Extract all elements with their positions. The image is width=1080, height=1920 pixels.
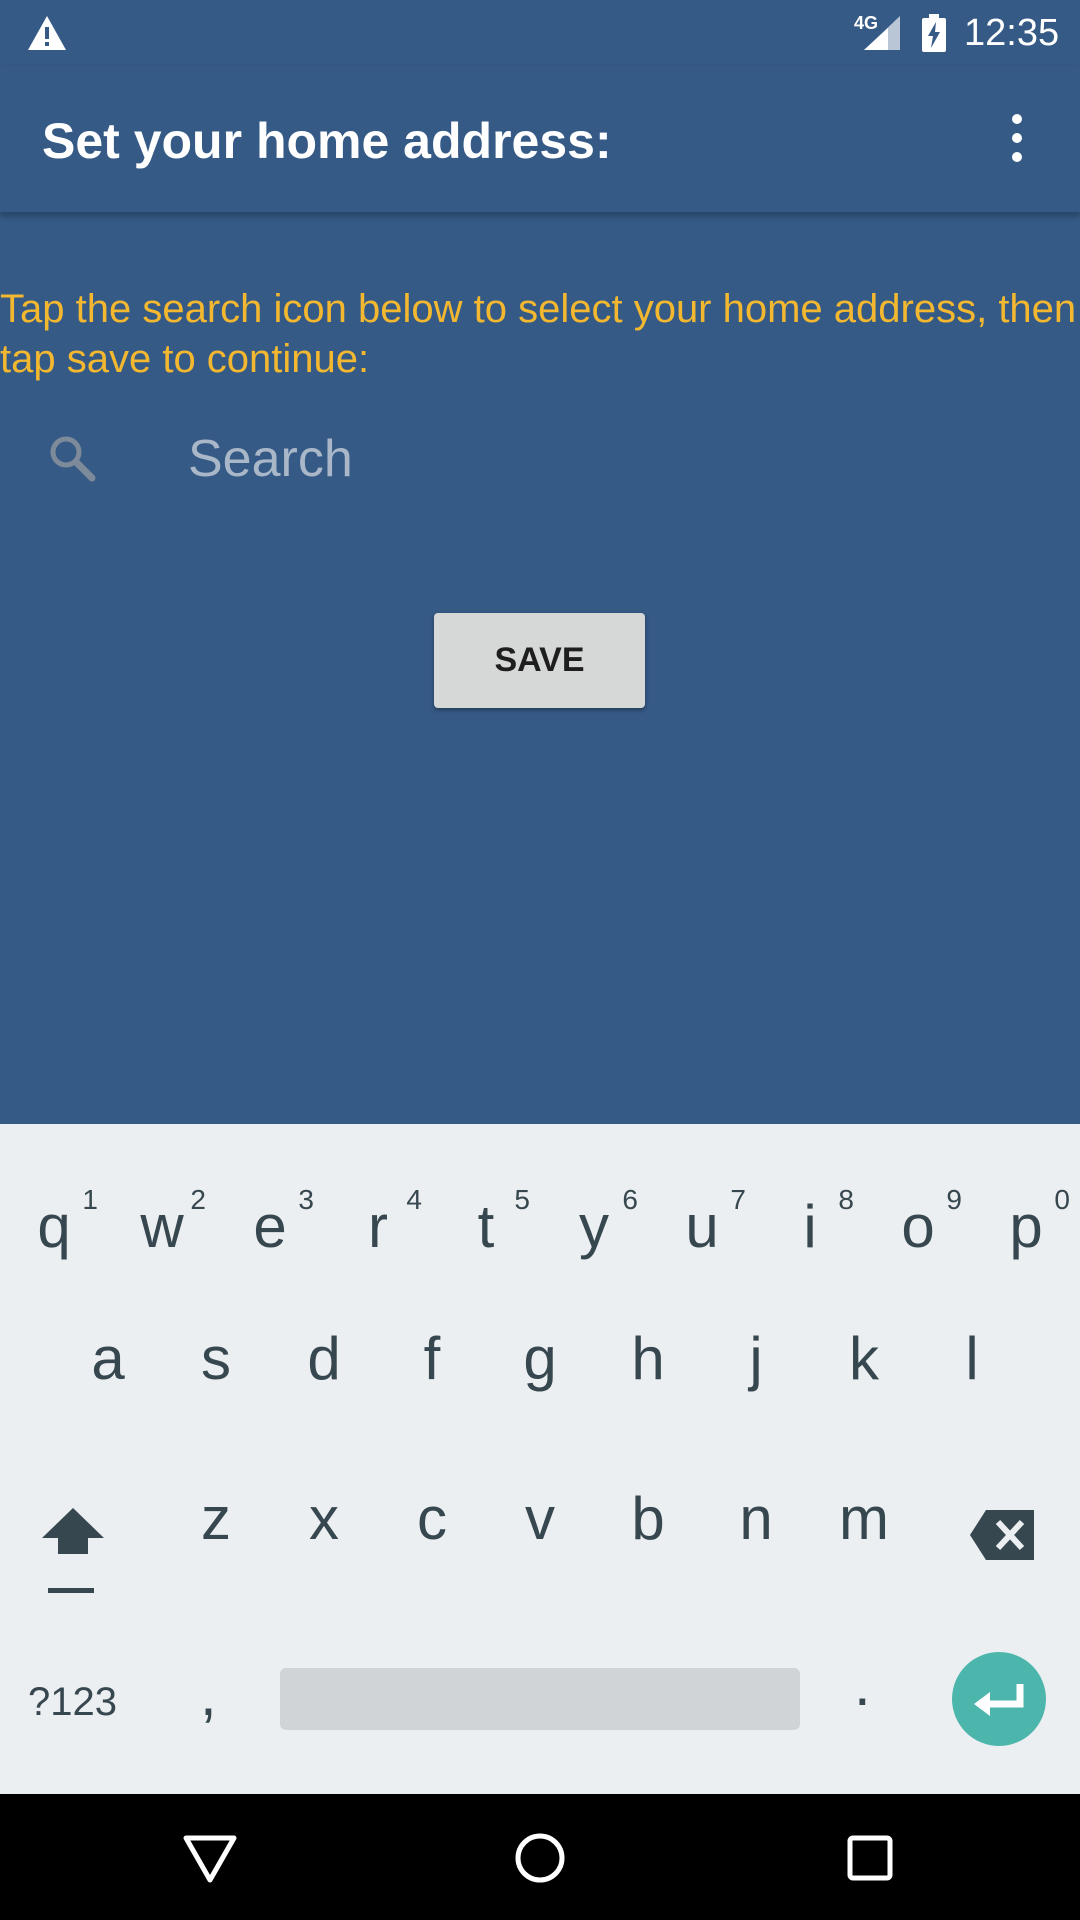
- navigation-bar: [0, 1794, 1080, 1920]
- key-label: a: [91, 1325, 125, 1392]
- key-label: c: [417, 1485, 447, 1552]
- back-button[interactable]: [180, 1828, 240, 1888]
- comma-key[interactable]: ,: [200, 1660, 217, 1729]
- more-vert-icon-dot: [1012, 152, 1022, 162]
- key-n[interactable]: n: [702, 1484, 810, 1594]
- key-t[interactable]: 5t: [432, 1164, 540, 1274]
- page-title: Set your home address:: [42, 113, 612, 169]
- save-button[interactable]: SAVE: [434, 613, 645, 708]
- enter-key[interactable]: [952, 1652, 1046, 1746]
- shift-icon: [42, 1508, 104, 1554]
- key-m[interactable]: m: [810, 1484, 918, 1594]
- key-d[interactable]: d: [270, 1324, 378, 1434]
- key-hint: 5: [514, 1184, 530, 1215]
- space-key[interactable]: [280, 1668, 800, 1730]
- key-i[interactable]: 8i: [756, 1164, 864, 1274]
- key-z[interactable]: z: [162, 1484, 270, 1594]
- key-hint: 8: [838, 1184, 854, 1215]
- key-hint: 0: [1054, 1184, 1070, 1215]
- key-s[interactable]: s: [162, 1324, 270, 1434]
- key-label: h: [631, 1325, 665, 1392]
- key-label: f: [423, 1325, 441, 1392]
- shift-key[interactable]: [38, 1502, 108, 1602]
- recents-icon: [847, 1835, 893, 1881]
- key-hint: 3: [298, 1184, 314, 1215]
- key-g[interactable]: g: [486, 1324, 594, 1434]
- home-icon: [515, 1833, 565, 1883]
- key-k[interactable]: k: [810, 1324, 918, 1434]
- key-p[interactable]: 0p: [972, 1164, 1080, 1274]
- search-input[interactable]: [188, 420, 1038, 498]
- symbols-key[interactable]: ?123: [28, 1680, 117, 1725]
- key-hint: 1: [82, 1184, 98, 1215]
- key-label: z: [201, 1485, 231, 1552]
- search-bar[interactable]: [0, 410, 1080, 510]
- key-hint: 9: [946, 1184, 962, 1215]
- key-hint: 6: [622, 1184, 638, 1215]
- key-b[interactable]: b: [594, 1484, 702, 1594]
- recents-button[interactable]: [840, 1828, 900, 1888]
- key-label: b: [631, 1485, 665, 1552]
- signal-icon: [864, 16, 900, 50]
- app-bar: Set your home address:: [0, 66, 1080, 212]
- search-icon[interactable]: [46, 432, 98, 484]
- key-label: g: [523, 1325, 557, 1392]
- status-bar: 4G 12:35: [0, 0, 1080, 66]
- key-label: d: [307, 1325, 341, 1392]
- key-hint: 2: [190, 1184, 206, 1215]
- key-label: v: [525, 1485, 555, 1552]
- key-c[interactable]: c: [378, 1484, 486, 1594]
- back-icon: [183, 1835, 237, 1883]
- period-key[interactable]: .: [854, 1650, 871, 1719]
- key-l[interactable]: l: [918, 1324, 1026, 1434]
- key-label: m: [839, 1485, 889, 1552]
- soft-keyboard: 1q 2w 3e 4r 5t 6y 7u 8i 9o 0p a s d f g …: [0, 1124, 1080, 1794]
- key-h[interactable]: h: [594, 1324, 702, 1434]
- home-button[interactable]: [510, 1828, 570, 1888]
- backspace-key[interactable]: [970, 1508, 1036, 1562]
- key-f[interactable]: f: [378, 1324, 486, 1434]
- key-e[interactable]: 3e: [216, 1164, 324, 1274]
- key-v[interactable]: v: [486, 1484, 594, 1594]
- key-label: j: [749, 1325, 763, 1392]
- key-x[interactable]: x: [270, 1484, 378, 1594]
- key-q[interactable]: 1q: [0, 1164, 108, 1274]
- key-hint: 4: [406, 1184, 422, 1215]
- key-o[interactable]: 9o: [864, 1164, 972, 1274]
- more-vert-icon-dot: [1012, 133, 1022, 143]
- warning-icon: [28, 16, 66, 50]
- backspace-icon: [970, 1510, 1034, 1560]
- key-r[interactable]: 4r: [324, 1164, 432, 1274]
- key-label: n: [739, 1485, 773, 1552]
- more-vert-icon: [1012, 114, 1022, 124]
- instruction-text: Tap the search icon below to select your…: [0, 287, 1077, 381]
- key-a[interactable]: a: [54, 1324, 162, 1434]
- key-label: s: [201, 1325, 231, 1392]
- more-options-button[interactable]: [990, 110, 1042, 166]
- key-label: k: [849, 1325, 879, 1392]
- key-label: x: [309, 1485, 339, 1552]
- key-w[interactable]: 2w: [108, 1164, 216, 1274]
- key-j[interactable]: j: [702, 1324, 810, 1434]
- clock: 12:35: [964, 12, 1060, 54]
- battery-charging-icon: [922, 14, 946, 52]
- key-u[interactable]: 7u: [648, 1164, 756, 1274]
- key-label: l: [965, 1325, 979, 1392]
- key-hint: 7: [730, 1184, 746, 1215]
- key-y[interactable]: 6y: [540, 1164, 648, 1274]
- enter-icon: [974, 1684, 1024, 1716]
